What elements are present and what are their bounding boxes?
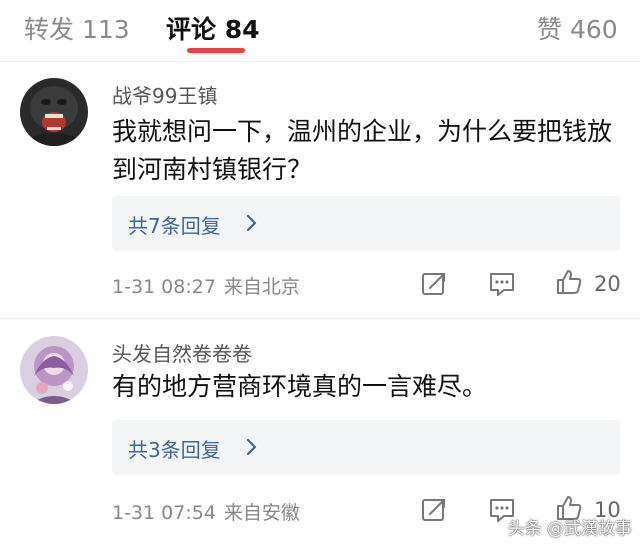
replies-label: 共3条回复 <box>128 438 221 462</box>
tab-likes[interactable]: 赞 460 <box>537 10 618 46</box>
comment-content: 我就想问一下，温州的企业，为什么要把钱放到河南村镇银行？ <box>112 117 613 184</box>
chevron-right-icon <box>246 438 257 456</box>
comment-time: 1-31 07:54 <box>112 502 216 524</box>
share-icon[interactable] <box>420 496 448 524</box>
comment-meta: 1-31 08:27 来自北京 <box>112 272 300 299</box>
comment-location: 来自北京 <box>223 276 300 298</box>
watermark-text: 头条 @武漢故事 <box>507 519 632 539</box>
share-icon[interactable] <box>420 270 448 298</box>
like-count: 20 <box>594 272 621 296</box>
like-icon[interactable] <box>555 268 583 296</box>
comment-username[interactable]: 头发自然卷卷卷 <box>112 338 252 367</box>
divider <box>0 61 640 62</box>
chevron-right-icon <box>246 214 257 232</box>
avatar[interactable] <box>20 78 88 146</box>
avatar[interactable] <box>20 336 88 404</box>
replies-button[interactable]: 共7条回复 <box>112 196 620 251</box>
comment-location: 来自安徽 <box>223 502 300 524</box>
replies-button[interactable]: 共3条回复 <box>112 420 620 475</box>
comment-tabs: 转发 113 评论 84 赞 460 <box>0 0 640 55</box>
comment-meta: 1-31 07:54 来自安徽 <box>112 498 300 525</box>
comment-content: 有的地方营商环境真的一言难尽。 <box>112 372 488 401</box>
active-tab-indicator <box>187 48 245 53</box>
reply-icon[interactable] <box>488 270 516 298</box>
anime-avatar-image <box>20 336 88 404</box>
replies-label: 共7条回复 <box>128 214 221 238</box>
comment-time: 1-31 08:27 <box>112 276 216 298</box>
tab-comments[interactable]: 评论 84 <box>166 10 260 46</box>
tab-reposts[interactable]: 转发 113 <box>24 10 130 46</box>
gorilla-avatar-image <box>20 78 88 146</box>
divider <box>0 318 640 319</box>
comment-username[interactable]: 战爷99王镇 <box>112 80 217 109</box>
